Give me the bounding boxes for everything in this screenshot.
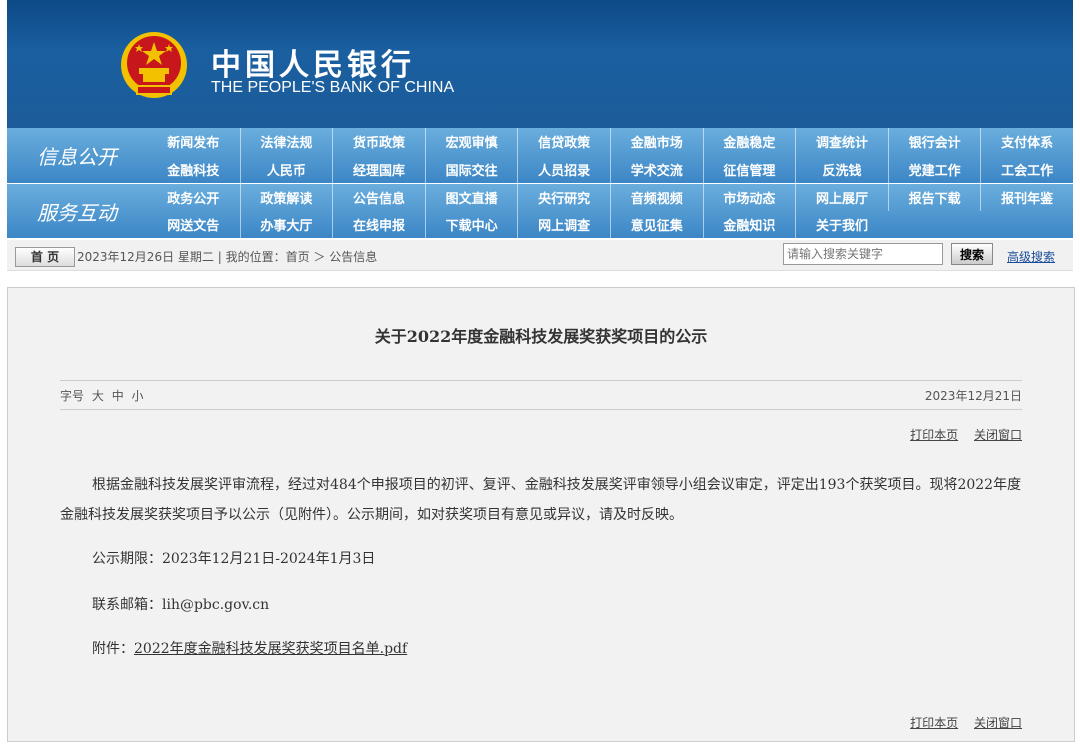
nav-item[interactable]: 下载中心 [424, 211, 518, 238]
nav-item[interactable]: 反洗钱 [795, 155, 888, 183]
nav-item[interactable]: 报告下载 [887, 184, 981, 211]
nav-item[interactable]: 办事大厅 [239, 211, 333, 238]
nav-item[interactable]: 人员招录 [517, 155, 610, 183]
nav-item[interactable]: 网送文告 [147, 211, 240, 238]
nav-item[interactable]: 金融知识 [702, 211, 796, 238]
nav-item[interactable]: 政务公开 [147, 184, 240, 211]
nav-item[interactable]: 支付体系 [980, 128, 1073, 156]
nav-item[interactable]: 金融市场 [609, 128, 703, 156]
search-button[interactable]: 搜索 [951, 243, 993, 265]
nav-item[interactable]: 央行研究 [517, 184, 610, 211]
home-button[interactable]: 首 页 [15, 247, 75, 267]
contact-email: 联系邮箱：lih@pbc.gov.cn [92, 597, 270, 613]
advanced-search-link[interactable]: 高级搜索 [1007, 248, 1055, 265]
breadcrumb-bar: 首 页 2023年12月26日 星期二 | 我的位置：首页 ＞ 公告信息 搜索 … [7, 240, 1073, 271]
nav-info-title: 信息公开 [37, 145, 117, 169]
nav-item[interactable]: 网上调查 [517, 211, 610, 238]
attachment-pdf-link[interactable]: 2022年度金融科技发展奖获奖项目名单.pdf [134, 641, 407, 657]
nav-service-grid: 政务公开 政策解读 公告信息 图文直播 央行研究 音频视频 市场动态 网上展厅 报告下载 报刊年鉴… [147, 184, 1073, 238]
nav-item[interactable]: 意见征集 [609, 211, 703, 238]
article-tools-bottom: 打印本页 关闭窗口 [898, 714, 1022, 731]
font-size-large[interactable]: 大 [92, 389, 104, 403]
nav-item[interactable]: 学术交流 [609, 155, 703, 183]
article-panel: 关于2022年度金融科技发展奖获奖项目的公示 字号 大 中 小 2023年12月… [7, 287, 1075, 742]
nav-item[interactable]: 调查统计 [795, 128, 888, 156]
close-window-link[interactable]: 关闭窗口 [974, 716, 1022, 730]
nav-item[interactable]: 政策解读 [239, 184, 333, 211]
nav-item[interactable]: 经理国库 [332, 155, 425, 183]
nav-item[interactable]: 在线申报 [332, 211, 425, 238]
nav-item[interactable]: 货币政策 [332, 128, 425, 156]
nav-item[interactable]: 银行会计 [887, 128, 981, 156]
nav-item[interactable]: 党建工作 [887, 155, 981, 183]
publicity-period: 公示期限：2023年12月21日-2024年1月3日 [92, 551, 376, 567]
font-size-label: 字号 [60, 389, 85, 403]
nav-item[interactable]: 图文直播 [424, 184, 518, 211]
article-title: 关于2022年度金融科技发展奖获奖项目的公示 [374, 327, 708, 346]
nav-item[interactable]: 人民币 [239, 155, 333, 183]
nav-service-interaction: 服务互动 政务公开 政策解读 公告信息 图文直播 央行研究 音频视频 市场动态 网上展厅 报告下… [7, 184, 1073, 238]
header-banner: 中国人民银行 THE PEOPLE'S BANK OF CHINA [7, 0, 1073, 128]
article-tools-top: 打印本页 关闭窗口 [898, 426, 1022, 443]
nav-item[interactable]: 工会工作 [980, 155, 1073, 183]
attachment-label: 附件： [92, 641, 134, 657]
nav-item[interactable]: 征信管理 [702, 155, 796, 183]
nav-item[interactable]: 关于我们 [795, 211, 888, 238]
nav-item[interactable]: 法律法规 [239, 128, 333, 156]
breadcrumb: 2023年12月26日 星期二 | 我的位置：首页 ＞ 公告信息 [77, 250, 378, 264]
nav-item[interactable]: 报刊年鉴 [980, 184, 1073, 211]
font-size-selector: 字号 大 中 小 [60, 387, 144, 404]
search-input[interactable] [783, 243, 943, 265]
nav-item[interactable]: 市场动态 [702, 184, 796, 211]
nav-item[interactable]: 国际交往 [424, 155, 518, 183]
font-size-medium[interactable]: 中 [112, 389, 124, 403]
nav-info-disclosure: 信息公开 新闻发布 法律法规 货币政策 宏观审慎 信贷政策 金融市场 金融稳定 调查统计 银行会… [7, 128, 1073, 183]
print-link[interactable]: 打印本页 [910, 428, 958, 442]
nav-item[interactable]: 金融稳定 [702, 128, 796, 156]
nav-item[interactable]: 信贷政策 [517, 128, 610, 156]
national-emblem-icon [121, 32, 187, 98]
article-meta-bar: 字号 大 中 小 2023年12月21日 [60, 380, 1022, 410]
attachment: 附件：2022年度金融科技发展奖获奖项目名单.pdf [60, 634, 1054, 664]
print-link[interactable]: 打印本页 [910, 716, 958, 730]
nav-item[interactable]: 网上展厅 [795, 184, 888, 211]
font-size-small[interactable]: 小 [132, 389, 144, 403]
nav-item[interactable]: 金融科技 [147, 156, 240, 184]
nav-item[interactable]: 公告信息 [332, 184, 425, 211]
publish-date: 2023年12月21日 [924, 389, 1022, 403]
logo-title-en: THE PEOPLE'S BANK OF CHINA [211, 79, 455, 96]
nav-info-grid: 新闻发布 法律法规 货币政策 宏观审慎 信贷政策 金融市场 金融稳定 调查统计 银行会计 支付体系… [147, 128, 1073, 183]
nav-item[interactable]: 宏观审慎 [424, 128, 518, 156]
close-window-link[interactable]: 关闭窗口 [974, 428, 1022, 442]
logo-title-cn: 中国人民银行 [211, 48, 415, 83]
article-paragraph: 根据金融科技发展奖评审流程，经过对484个申报项目的初评、复评、金融科技发展奖评… [60, 477, 1022, 523]
nav-item[interactable]: 音频视频 [609, 184, 703, 211]
nav-item[interactable]: 新闻发布 [147, 128, 240, 156]
nav-service-title: 服务互动 [37, 200, 117, 225]
